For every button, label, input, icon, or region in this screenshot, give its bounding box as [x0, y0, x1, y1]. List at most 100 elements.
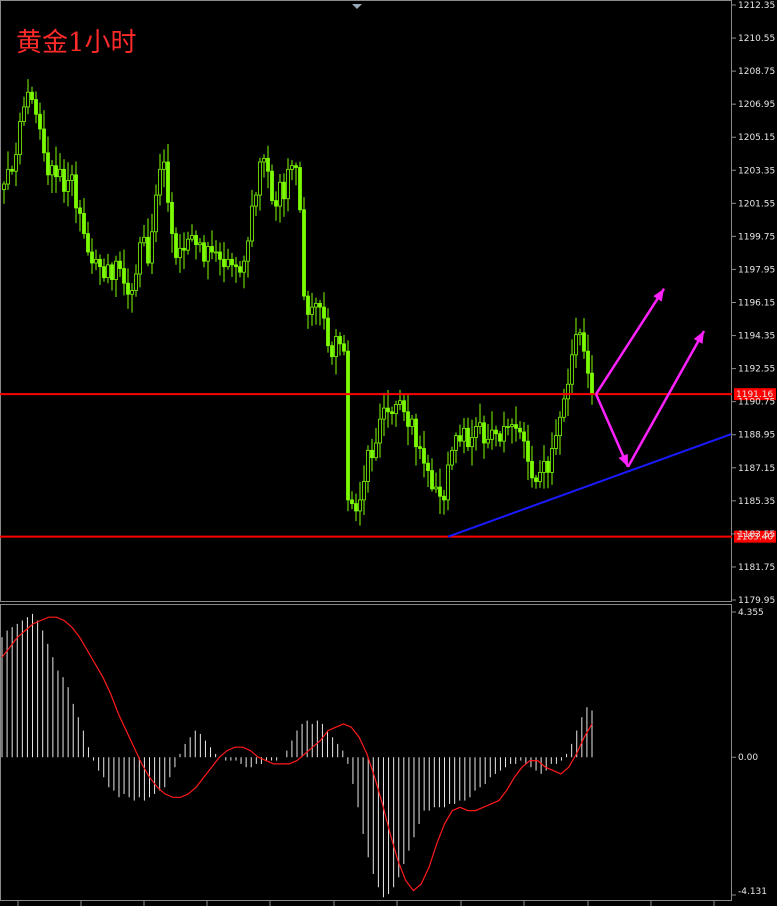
candle-body: [114, 260, 118, 280]
candle-body: [502, 426, 506, 442]
candle-body: [586, 350, 590, 374]
candle-body: [510, 424, 514, 427]
candle-body: [158, 168, 162, 196]
candle-body: [310, 306, 314, 315]
price-tick-label: 1194.35: [738, 332, 775, 342]
candle-body: [558, 416, 562, 437]
candle-body: [582, 332, 586, 352]
macd-tick-label: 0.00: [738, 753, 758, 763]
price-tick-label: 1201.55: [738, 199, 775, 209]
arrowhead-icon: [653, 288, 664, 302]
candle-body: [578, 332, 582, 336]
candle-body: [118, 260, 122, 269]
scroll-marker-icon[interactable]: [352, 4, 362, 9]
candle-body: [14, 154, 18, 172]
candle-body: [498, 433, 502, 442]
price-tick-label: 1212.35: [738, 1, 775, 11]
candle-body: [274, 200, 278, 207]
candle-body: [454, 435, 458, 451]
price-tick-label: 1206.95: [738, 100, 775, 110]
candle-body: [490, 429, 494, 440]
price-tick-label: 1199.75: [738, 232, 775, 242]
candle-body: [178, 247, 182, 258]
candle-body: [494, 429, 498, 435]
candle-body: [6, 168, 10, 185]
price-tick-label: 1208.75: [738, 67, 775, 77]
candle-body: [218, 251, 222, 260]
candle-body: [314, 303, 318, 308]
candle-body: [42, 128, 46, 154]
candle-body: [126, 282, 130, 295]
candle-body: [462, 427, 466, 442]
candle-body: [58, 168, 62, 178]
candle-body: [542, 460, 546, 473]
candle-body: [574, 334, 578, 356]
candle-body: [74, 174, 78, 209]
candle-body: [514, 424, 518, 429]
candle-body: [34, 99, 38, 115]
candle-body: [382, 407, 386, 420]
candle-body: [46, 152, 50, 176]
candle-body: [250, 205, 254, 242]
candle-body: [570, 354, 574, 385]
candle-body: [222, 258, 226, 268]
candle-body: [546, 460, 550, 473]
chart-title: 黄金1小时: [16, 28, 137, 58]
candle-body: [206, 246, 210, 262]
candle-body: [194, 235, 198, 246]
candle-body: [90, 251, 94, 264]
candle-body: [518, 427, 522, 433]
candle-body: [326, 317, 330, 347]
price-tick-label: 1179.95: [738, 596, 775, 606]
candle-body: [170, 202, 174, 235]
candle-body: [2, 183, 6, 190]
candle-body: [234, 264, 238, 268]
candle-body: [134, 273, 138, 291]
support-trendline[interactable]: [447, 433, 732, 538]
candle-body: [262, 157, 266, 163]
candle-body: [138, 242, 142, 275]
candle-body: [302, 209, 306, 297]
candle-body: [330, 345, 334, 358]
candle-body: [26, 91, 30, 108]
candle-body: [554, 435, 558, 449]
candle-body: [306, 295, 310, 315]
candle-body: [418, 446, 422, 449]
candle-body: [434, 486, 438, 490]
candle-body: [410, 418, 414, 427]
candle-body: [370, 449, 374, 459]
macd-indicator: [1, 613, 593, 898]
candle-body: [422, 448, 426, 464]
candle-body: [198, 242, 202, 246]
candle-body: [470, 437, 474, 448]
price-tick-label: 1203.35: [738, 166, 775, 176]
candle-body: [166, 161, 170, 203]
price-tick-label: 1187.15: [738, 464, 775, 474]
price-tick-label: 1197.95: [738, 265, 775, 275]
price-tick-label: 1196.15: [738, 299, 775, 309]
candle-body: [290, 165, 294, 170]
candle-body: [318, 303, 322, 308]
candle-body: [226, 258, 230, 268]
candle-body: [106, 264, 110, 279]
candle-body: [22, 106, 26, 123]
candle-body: [258, 161, 262, 196]
candle-body: [566, 383, 570, 400]
candle-body: [10, 168, 14, 172]
candle-body: [466, 427, 470, 448]
price-tick-label: 1205.15: [738, 133, 775, 143]
candle-body: [210, 246, 214, 253]
candle-body: [506, 426, 510, 428]
candle-body: [534, 477, 538, 482]
price-tick-label: 1188.95: [738, 431, 775, 441]
candle-body: [254, 194, 258, 207]
forecast-arrow[interactable]: [626, 330, 706, 468]
candle-body: [94, 258, 98, 264]
candle-body: [402, 400, 406, 413]
candle-body: [238, 266, 242, 273]
candle-body: [338, 336, 342, 345]
candle-body: [450, 449, 454, 466]
price-tick-label: 1192.55: [738, 365, 775, 375]
forecast-arrow[interactable]: [594, 288, 666, 395]
candle-body: [350, 499, 354, 504]
